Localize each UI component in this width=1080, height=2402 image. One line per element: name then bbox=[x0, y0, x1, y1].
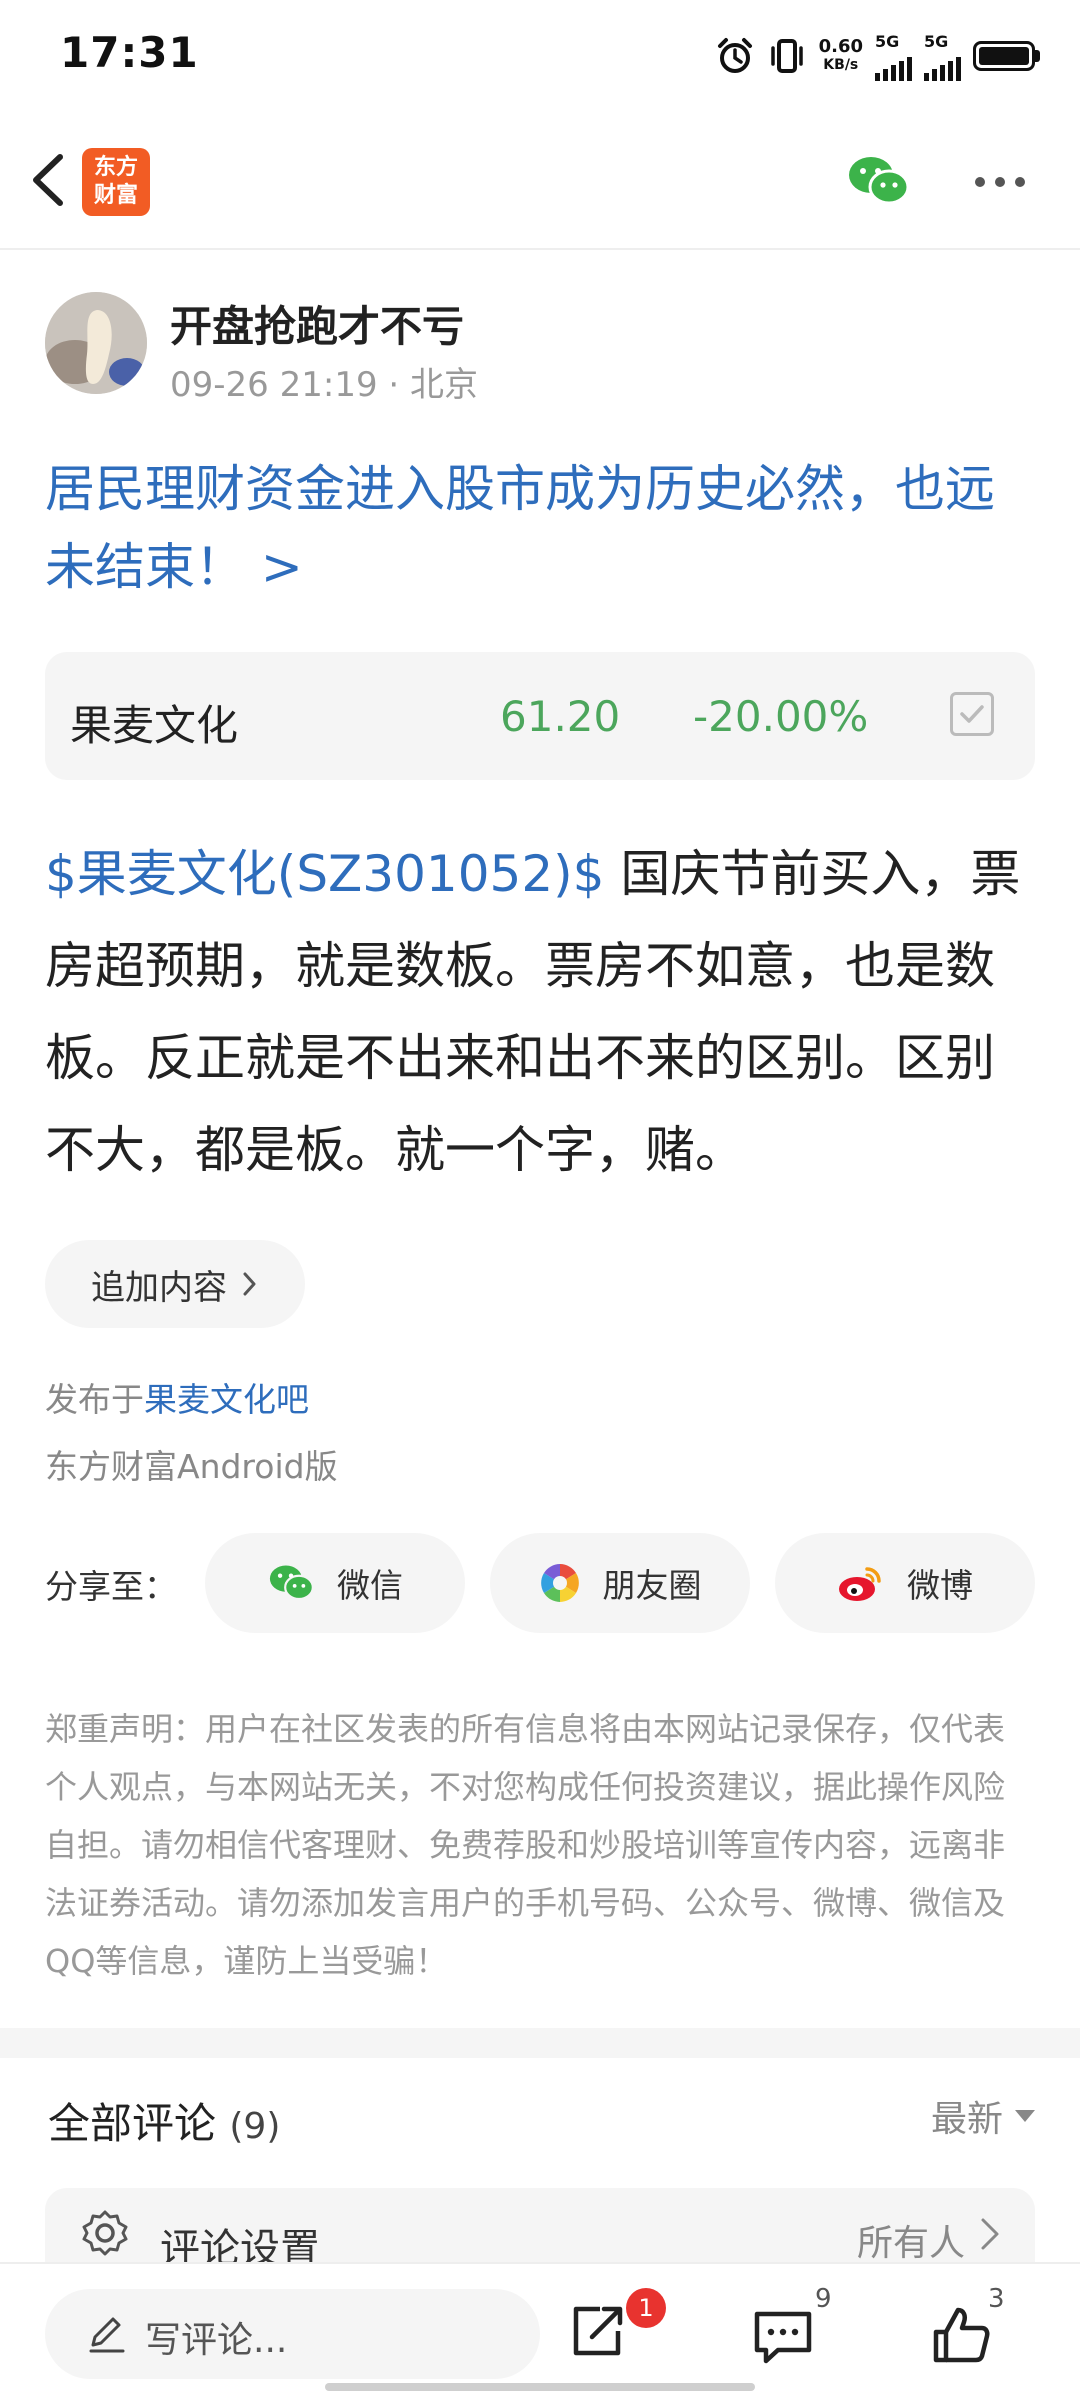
sort-label: 最新 bbox=[930, 2099, 1003, 2140]
network-speed: 0.60 KB/s bbox=[819, 38, 863, 74]
stock-price: 61.20 bbox=[500, 692, 621, 741]
wechat-icon bbox=[269, 1565, 314, 1601]
clock: 17:31 bbox=[60, 28, 199, 77]
comment-icon[interactable] bbox=[752, 2308, 814, 2366]
caret-down-icon bbox=[1015, 2110, 1035, 2122]
author-name[interactable]: 开盘抢跑才不亏 bbox=[170, 293, 464, 354]
pencil-icon bbox=[89, 2317, 125, 2353]
publish-info: 发布于果麦文化吧 bbox=[45, 1373, 309, 1421]
alarm-icon bbox=[717, 38, 752, 73]
share-badge: 1 bbox=[626, 2288, 666, 2328]
comment-placeholder: 写评论... bbox=[145, 2320, 288, 2361]
signal-2-label: 5G bbox=[924, 31, 949, 51]
network-speed-unit: KB/s bbox=[823, 57, 859, 73]
publish-prefix: 发布于 bbox=[45, 1380, 144, 1419]
stock-name: 果麦文化 bbox=[70, 701, 239, 750]
share-moments-label: 朋友圈 bbox=[602, 1566, 702, 1605]
disclaimer: 郑重声明：用户在社区发表的所有信息将由本网站记录保存，仅代表个人观点，与本网站无… bbox=[45, 1710, 1006, 1980]
nav-bar: 东方 财富 bbox=[0, 115, 1080, 250]
comment-settings-value: 所有人 bbox=[856, 2223, 965, 2264]
add-watchlist-checkbox[interactable] bbox=[950, 692, 994, 736]
add-content-button[interactable]: 追加内容 bbox=[45, 1240, 305, 1328]
post-body: $果麦文化(SZ301052)$ 国庆节前买入，票房超预期，就是数板。票房不如意… bbox=[45, 828, 1040, 1196]
wechat-icon[interactable] bbox=[845, 153, 911, 209]
moments-icon bbox=[540, 1564, 579, 1602]
comment-count: 9 bbox=[815, 2284, 832, 2314]
more-options-button[interactable] bbox=[970, 167, 1030, 197]
share-label: 分享至： bbox=[45, 1567, 177, 1606]
sort-dropdown[interactable]: 最新 bbox=[931, 2090, 1035, 2142]
stock-change: -20.00% bbox=[693, 692, 869, 741]
signal-bars-icon bbox=[875, 51, 912, 81]
app-logo[interactable]: 东方 财富 bbox=[82, 148, 150, 216]
network-speed-value: 0.60 bbox=[818, 36, 863, 57]
share-icon[interactable] bbox=[568, 2301, 628, 2361]
share-weibo-label: 微博 bbox=[907, 1566, 973, 1605]
logo-line-2: 财富 bbox=[93, 183, 138, 208]
write-comment-input[interactable]: 写评论... bbox=[45, 2289, 540, 2379]
status-icons: 0.60 KB/s 5G 5G bbox=[715, 32, 1040, 81]
weibo-icon bbox=[839, 1567, 881, 1601]
share-weibo-button[interactable]: 微博 bbox=[775, 1533, 1035, 1633]
section-divider bbox=[0, 2028, 1080, 2058]
signal-bars-icon bbox=[924, 51, 961, 81]
status-bar: 17:31 0.60 KB/s 5G 5G bbox=[0, 0, 1080, 115]
chevron-right-icon bbox=[243, 1272, 256, 1296]
check-icon bbox=[960, 705, 984, 723]
stock-tag-link[interactable]: $果麦文化(SZ301052)$ bbox=[45, 845, 605, 903]
share-wechat-button[interactable]: 微信 bbox=[205, 1533, 465, 1633]
chevron-right-icon bbox=[981, 2218, 999, 2250]
post-meta: 09-26 21:19 · 北京 bbox=[170, 365, 479, 405]
comment-settings-label: 评论设置 bbox=[160, 2226, 320, 2268]
avatar-image bbox=[45, 292, 147, 394]
signal-1-label: 5G bbox=[875, 31, 900, 51]
post-title-link[interactable]: 居民理财资金进入股市成为历史必然，也远未结束！ > bbox=[45, 450, 1035, 606]
share-moments-button[interactable]: 朋友圈 bbox=[490, 1533, 750, 1633]
stock-card[interactable]: 果麦文化 61.20 -20.00% bbox=[45, 652, 1035, 780]
share-wechat-label: 微信 bbox=[337, 1566, 403, 1605]
signal-2: 5G bbox=[924, 32, 961, 81]
battery-icon bbox=[973, 41, 1040, 71]
bottom-action-bar: 写评论... 1 9 3 bbox=[0, 2262, 1080, 2402]
gear-icon bbox=[82, 2210, 128, 2256]
signal-1: 5G bbox=[875, 32, 912, 81]
home-indicator[interactable] bbox=[325, 2383, 755, 2391]
add-content-label: 追加内容 bbox=[91, 1267, 227, 1308]
thumbs-up-icon[interactable] bbox=[930, 2304, 992, 2366]
back-arrow-icon[interactable] bbox=[22, 145, 82, 215]
comments-count: (9) bbox=[229, 2106, 281, 2147]
comments-title: 全部评论 bbox=[48, 2099, 217, 2148]
comments-header: 全部评论 (9) bbox=[48, 2090, 280, 2151]
vibrate-icon bbox=[770, 39, 803, 73]
like-count: 3 bbox=[988, 2284, 1005, 2314]
client-info: 东方财富Android版 bbox=[45, 1447, 338, 1486]
avatar[interactable] bbox=[45, 292, 147, 394]
logo-line-1: 东方 bbox=[93, 155, 138, 180]
stock-bar-link[interactable]: 果麦文化吧 bbox=[144, 1380, 309, 1419]
comment-settings-row[interactable]: 评论设置 所有人 bbox=[45, 2188, 1035, 2268]
